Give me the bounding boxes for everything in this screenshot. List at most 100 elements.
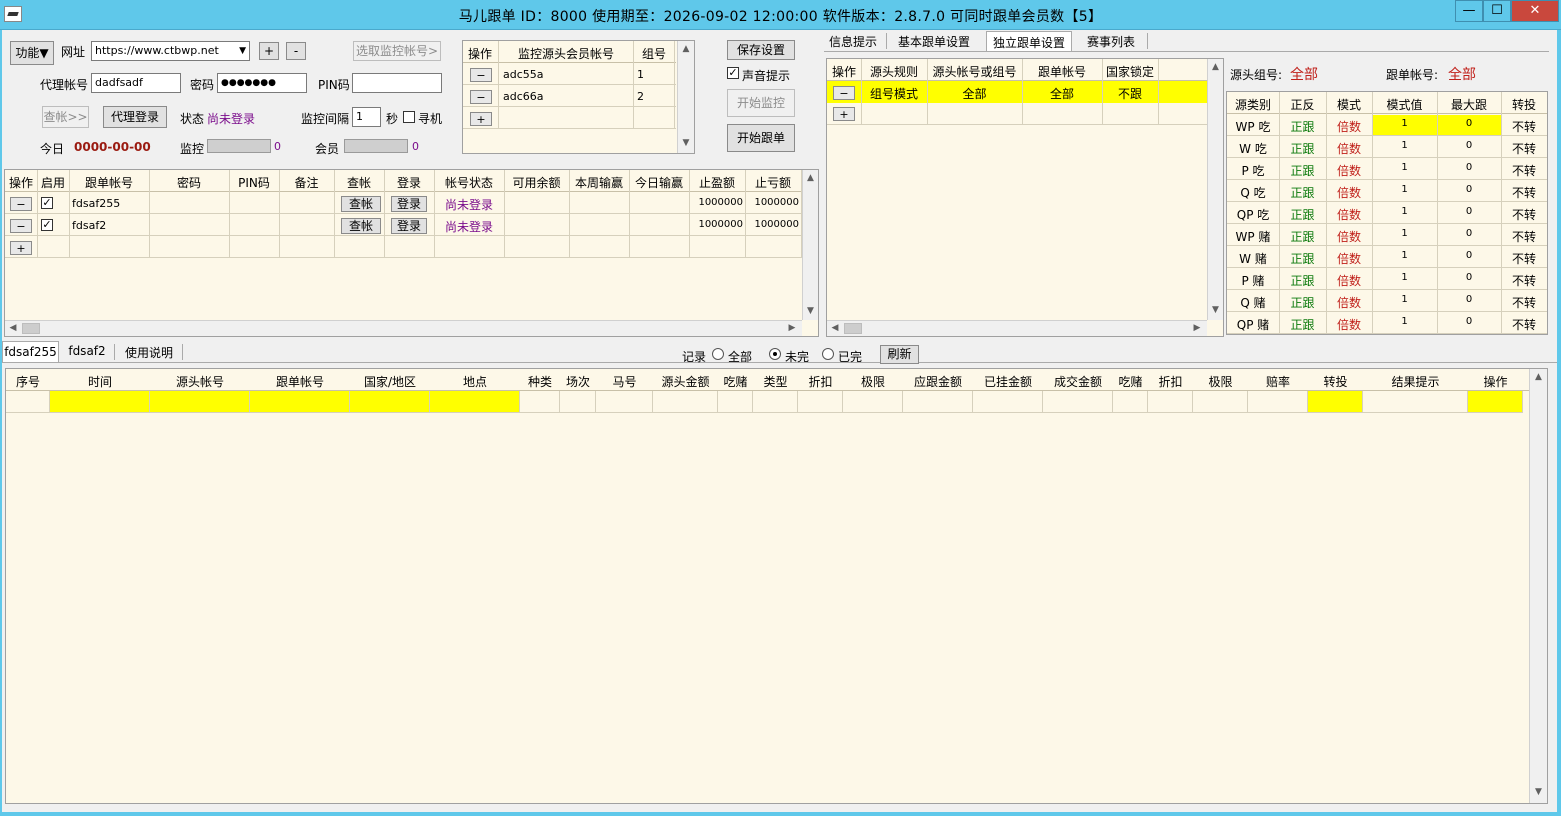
log-cell[interactable] [250,391,350,413]
max-follow-cell[interactable]: 0 [1437,294,1501,305]
log-cell[interactable] [1043,391,1113,413]
direction-cell[interactable]: 正跟 [1279,316,1326,333]
remove-source-button[interactable]: − [470,68,492,82]
hscroll-thumb[interactable] [22,323,40,334]
remove-account-button[interactable]: − [10,219,32,233]
scroll-up-icon[interactable]: ▲ [1530,372,1547,382]
switch-cell[interactable]: 不转 [1501,272,1547,289]
direction-cell[interactable]: 正跟 [1279,250,1326,267]
mode-value-cell[interactable]: 1 [1372,272,1437,283]
login-button[interactable]: 登录 [391,196,427,212]
login-button[interactable]: 登录 [391,218,427,234]
tab-fdsaf2[interactable]: fdsaf2 [63,344,111,362]
rule-mode-cell[interactable]: 组号模式 [861,85,927,102]
log-cell[interactable] [753,391,798,413]
refresh-button[interactable]: 刷新 [880,345,919,364]
maximize-button[interactable]: ☐ [1483,0,1511,22]
agent-login-button[interactable]: 代理登录 [103,106,167,128]
log-cell[interactable] [150,391,250,413]
rule-hscrollbar[interactable]: ◀ ▶ [827,320,1207,336]
rule-follow-cell[interactable]: 全部 [1022,85,1102,102]
log-cell[interactable] [6,391,50,413]
log-cell[interactable] [520,391,560,413]
max-follow-cell[interactable]: 0 [1437,272,1501,283]
records-pending-radio[interactable] [769,348,781,360]
direction-cell[interactable]: 正跟 [1279,272,1326,289]
add-url-button[interactable]: + [259,42,279,60]
tab-event-list[interactable]: 赛事列表 [1080,33,1142,51]
log-cell[interactable] [1113,391,1148,413]
remove-source-button[interactable]: − [470,90,492,104]
check-balance-button[interactable]: 查帐 [341,196,381,212]
mode-cell[interactable]: 倍数 [1326,118,1372,135]
scroll-left-icon[interactable]: ◀ [830,323,840,333]
add-rule-button[interactable]: + [833,107,855,121]
log-cell[interactable] [973,391,1043,413]
records-done-radio[interactable] [822,348,834,360]
max-follow-cell[interactable]: 0 [1437,184,1501,195]
check-account-button[interactable]: 查帐>> [42,106,89,128]
add-account-button[interactable]: + [10,241,32,255]
log-cell[interactable] [1468,391,1523,413]
check-balance-button[interactable]: 查帐 [341,218,381,234]
agent-account-input[interactable]: dadfsadf [91,73,181,93]
scroll-right-icon[interactable]: ▶ [1192,323,1202,333]
direction-cell[interactable]: 正跟 [1279,184,1326,201]
log-cell[interactable] [596,391,653,413]
direction-cell[interactable]: 正跟 [1279,228,1326,245]
tab-fdsaf255[interactable]: fdsaf255 [2,341,59,363]
switch-cell[interactable]: 不转 [1501,294,1547,311]
mode-cell[interactable]: 倍数 [1326,184,1372,201]
mode-value-cell[interactable]: 1 [1372,115,1437,135]
max-follow-cell[interactable]: 0 [1437,228,1501,239]
start-monitor-button[interactable]: 开始监控 [727,89,795,117]
log-cell[interactable] [718,391,753,413]
minimize-button[interactable]: — [1455,0,1483,22]
source-group-value[interactable]: 全部 [1290,64,1318,84]
switch-cell[interactable]: 不转 [1501,228,1547,245]
remove-url-button[interactable]: - [286,42,306,60]
direction-cell[interactable]: 正跟 [1279,118,1326,135]
records-all-radio[interactable] [712,348,724,360]
monitor-interval-input[interactable]: 1 [352,107,381,127]
switch-cell[interactable]: 不转 [1501,184,1547,201]
direction-cell[interactable]: 正跟 [1279,140,1326,157]
function-menu-button[interactable]: 功能▼ [10,41,54,65]
enabled-checkbox[interactable]: ✓ [41,219,53,231]
mode-value-cell[interactable]: 1 [1372,294,1437,305]
mode-value-cell[interactable]: 1 [1372,228,1437,239]
start-follow-button[interactable]: 开始跟单 [727,124,795,152]
save-settings-button[interactable]: 保存设置 [727,40,795,60]
switch-cell[interactable]: 不转 [1501,140,1547,157]
mode-cell[interactable]: 倍数 [1326,140,1372,157]
mode-cell[interactable]: 倍数 [1326,228,1372,245]
switch-cell[interactable]: 不转 [1501,206,1547,223]
tab-usage-guide[interactable]: 使用说明 [118,344,180,362]
log-cell[interactable] [1148,391,1193,413]
log-cell[interactable] [1248,391,1308,413]
tab-independent-follow[interactable]: 独立跟单设置 [986,31,1072,51]
tab-info[interactable]: 信息提示 [824,33,882,51]
log-cell[interactable] [1363,391,1468,413]
mode-value-cell[interactable]: 1 [1372,184,1437,195]
mode-cell[interactable]: 倍数 [1326,206,1372,223]
select-monitor-account-button[interactable]: 选取监控帐号> [353,41,441,61]
log-cell[interactable] [903,391,973,413]
log-cell[interactable] [430,391,520,413]
mode-value-cell[interactable]: 1 [1372,140,1437,151]
log-cell[interactable] [798,391,843,413]
switch-cell[interactable]: 不转 [1501,118,1547,135]
max-follow-cell[interactable]: 0 [1437,115,1501,135]
add-source-button[interactable]: + [470,112,492,126]
switch-cell[interactable]: 不转 [1501,250,1547,267]
mode-value-cell[interactable]: 1 [1372,162,1437,173]
pin-input[interactable] [352,73,442,93]
scroll-down-icon[interactable]: ▼ [803,306,818,316]
scroll-right-icon[interactable]: ▶ [787,323,797,333]
close-button[interactable]: ✕ [1511,0,1559,22]
enabled-checkbox[interactable]: ✓ [41,197,53,209]
mode-cell[interactable]: 倍数 [1326,272,1372,289]
switch-cell[interactable]: 不转 [1501,316,1547,333]
mode-cell[interactable]: 倍数 [1326,162,1372,179]
direction-cell[interactable]: 正跟 [1279,294,1326,311]
